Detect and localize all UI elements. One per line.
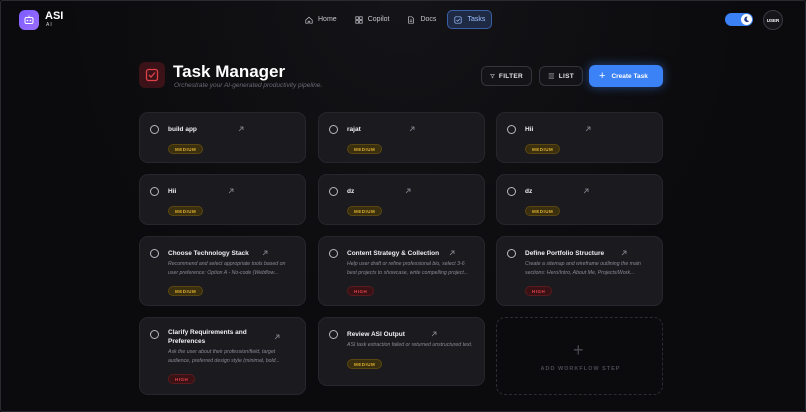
- task-card[interactable]: Define Portfolio Structure Create a sitem…: [496, 236, 663, 306]
- open-task-arrow-icon[interactable]: [262, 250, 268, 256]
- task-complete-checkbox[interactable]: [329, 187, 338, 196]
- nav-item-home[interactable]: Home: [298, 10, 344, 29]
- task-card[interactable]: Content Strategy & Collection Help user d…: [318, 236, 485, 306]
- top-nav: ASI AI Home Copilot Docs Tasks USER: [1, 1, 805, 39]
- add-workflow-step-label: ADD WORKFLOW STEP: [540, 366, 621, 372]
- task-complete-checkbox[interactable]: [507, 249, 516, 258]
- app-subname: AI: [46, 22, 53, 28]
- task-description: Help user draft or refine professional b…: [347, 261, 469, 276]
- task-complete-checkbox[interactable]: [150, 249, 159, 258]
- task-complete-checkbox[interactable]: [507, 187, 516, 196]
- open-task-arrow-icon[interactable]: [228, 188, 234, 194]
- task-title: Hii: [525, 126, 534, 133]
- open-task-arrow-icon[interactable]: [585, 126, 591, 132]
- task-card[interactable]: dz MEDIUM: [496, 174, 663, 225]
- nav-label-docs: Docs: [420, 16, 437, 23]
- app-name: ASI: [45, 10, 64, 22]
- task-title: rajat: [347, 126, 361, 133]
- task-title: build app: [168, 126, 197, 133]
- nav-label-copilot: Copilot: [367, 16, 390, 23]
- task-complete-checkbox[interactable]: [150, 330, 159, 339]
- nav-label-home: Home: [318, 16, 337, 23]
- task-title: Clarify Requirements and Preferences: [168, 329, 247, 345]
- document-icon: [408, 15, 415, 24]
- task-complete-checkbox[interactable]: [150, 187, 159, 196]
- open-task-arrow-icon[interactable]: [238, 126, 244, 132]
- priority-badge: HIGH: [347, 286, 375, 296]
- task-title: Choose Technology Stack: [168, 250, 249, 257]
- list-icon: [548, 73, 555, 79]
- task-complete-checkbox[interactable]: [329, 330, 338, 339]
- task-card[interactable]: dz MEDIUM: [318, 174, 485, 225]
- nav-item-docs[interactable]: Docs: [400, 10, 443, 29]
- task-title: Define Portfolio Structure: [525, 250, 605, 257]
- priority-badge: MEDIUM: [525, 206, 561, 216]
- priority-badge: MEDIUM: [347, 359, 383, 369]
- open-task-arrow-icon[interactable]: [449, 250, 455, 256]
- task-title: dz: [525, 188, 533, 195]
- task-card[interactable]: build app MEDIUM: [139, 112, 306, 163]
- theme-toggle[interactable]: [725, 13, 753, 26]
- open-task-arrow-icon[interactable]: [621, 250, 627, 256]
- open-task-arrow-icon[interactable]: [409, 126, 415, 132]
- open-task-arrow-icon[interactable]: [405, 188, 411, 194]
- filter-label: FILTER: [498, 72, 523, 80]
- task-card[interactable]: rajat MEDIUM: [318, 112, 485, 163]
- priority-badge: MEDIUM: [168, 144, 204, 154]
- list-label: LIST: [558, 72, 574, 80]
- home-icon: [305, 16, 313, 24]
- open-task-arrow-icon[interactable]: [431, 331, 437, 337]
- task-description: Ask the user about their profession/fiel…: [168, 349, 280, 364]
- nav-label-tasks: Tasks: [467, 16, 486, 23]
- nav-item-tasks[interactable]: Tasks: [447, 10, 493, 29]
- priority-badge: MEDIUM: [525, 144, 561, 154]
- plus-icon: +: [573, 340, 584, 360]
- moon-icon: [741, 14, 752, 25]
- page-subtitle: Orchestrate your AI-generated productivi…: [174, 82, 323, 89]
- task-description: Create a sitemap and wireframe outlining…: [525, 261, 641, 276]
- task-manager-icon: [139, 62, 165, 88]
- task-title: Hii: [168, 188, 177, 195]
- create-task-label: Create Task: [611, 72, 648, 80]
- task-card[interactable]: Review ASI Output ASI task extraction fai…: [318, 317, 485, 386]
- task-description: Recommend and select appropriate tools b…: [168, 261, 286, 276]
- task-complete-checkbox[interactable]: [507, 125, 516, 134]
- page-title: Task Manager: [173, 62, 286, 81]
- nav-menu: Home Copilot Docs Tasks: [298, 10, 493, 29]
- plus-icon: +: [599, 70, 606, 82]
- filter-button[interactable]: FILTER: [481, 66, 532, 86]
- priority-badge: HIGH: [168, 374, 196, 384]
- app-window: ASI AI Home Copilot Docs Tasks USER Task…: [0, 0, 806, 412]
- task-card[interactable]: Hii MEDIUM: [139, 174, 306, 225]
- task-complete-checkbox[interactable]: [329, 249, 338, 258]
- task-card[interactable]: Hii MEDIUM: [496, 112, 663, 163]
- task-title: Review ASI Output: [347, 331, 405, 338]
- open-task-arrow-icon[interactable]: [274, 334, 280, 340]
- list-view-button[interactable]: LIST: [539, 66, 583, 86]
- priority-badge: MEDIUM: [347, 144, 383, 154]
- open-task-arrow-icon[interactable]: [583, 188, 589, 194]
- task-card[interactable]: Clarify Requirements and Preferences Ask …: [139, 317, 306, 395]
- user-avatar[interactable]: USER: [763, 10, 783, 30]
- checkbox-icon: [454, 15, 462, 24]
- create-task-button[interactable]: + Create Task: [589, 65, 663, 87]
- robot-logo-icon[interactable]: [19, 10, 39, 30]
- task-title: dz: [347, 188, 355, 195]
- priority-badge: MEDIUM: [168, 286, 204, 296]
- grid-icon: [355, 15, 363, 24]
- task-complete-checkbox[interactable]: [329, 125, 338, 134]
- task-card[interactable]: Choose Technology Stack Recommend and sel…: [139, 236, 306, 306]
- priority-badge: MEDIUM: [168, 206, 204, 216]
- add-workflow-step-card[interactable]: + ADD WORKFLOW STEP: [496, 317, 663, 395]
- nav-item-copilot[interactable]: Copilot: [348, 10, 397, 29]
- filter-icon: [490, 74, 495, 79]
- task-description: ASI task extraction failed or returned u…: [347, 342, 473, 348]
- priority-badge: MEDIUM: [347, 206, 383, 216]
- priority-badge: HIGH: [525, 286, 553, 296]
- task-title: Content Strategy & Collection: [347, 250, 440, 257]
- task-complete-checkbox[interactable]: [150, 125, 159, 134]
